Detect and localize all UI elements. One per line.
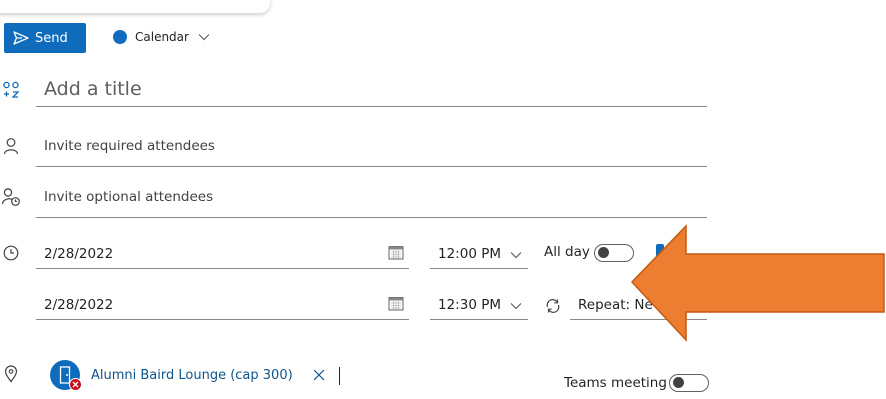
send-button[interactable]: Send	[4, 23, 86, 53]
all-day-toggle[interactable]	[594, 244, 634, 262]
error-badge-icon	[69, 378, 82, 391]
person-icon	[0, 135, 22, 157]
end-date-input[interactable]: 2/28/2022	[44, 297, 113, 313]
start-time-select[interactable]: 12:00 PM	[438, 246, 501, 262]
location-pin-icon	[0, 363, 22, 385]
annotation-arrow	[630, 224, 885, 342]
start-time-underline	[430, 268, 528, 269]
optional-attendees-input[interactable]: Invite optional attendees	[44, 189, 213, 205]
calendar-label: Calendar	[135, 30, 189, 44]
title-input[interactable]: Add a title	[44, 78, 142, 100]
all-day-label: All day	[544, 244, 590, 260]
required-attendees-underline	[36, 166, 707, 167]
end-date-underline	[36, 319, 409, 320]
person-optional-icon	[0, 186, 22, 208]
calendar-dot-icon	[113, 30, 127, 44]
optional-attendees-underline	[36, 217, 707, 218]
repeat-icon	[546, 299, 560, 313]
end-time-select[interactable]: 12:30 PM	[438, 297, 501, 313]
teams-meeting-label: Teams meeting	[564, 375, 667, 391]
send-icon	[13, 31, 29, 45]
clock-icon	[0, 242, 22, 264]
chevron-down-icon[interactable]	[510, 251, 522, 259]
required-attendees-input[interactable]: Invite required attendees	[44, 138, 215, 154]
teams-meeting-toggle[interactable]	[669, 374, 709, 392]
calendar-picker-icon[interactable]	[388, 245, 404, 260]
send-label: Send	[35, 30, 68, 46]
end-time-underline	[430, 319, 528, 320]
location-chip-label[interactable]: Alumni Baird Lounge (cap 300)	[91, 368, 293, 383]
chevron-down-icon[interactable]	[510, 302, 522, 310]
calendar-selector[interactable]: Calendar	[113, 30, 210, 44]
title-underline	[36, 106, 707, 107]
start-date-underline	[36, 268, 409, 269]
chevron-down-icon	[198, 34, 210, 41]
top-panel-edge	[0, 0, 270, 13]
close-icon[interactable]	[313, 369, 325, 381]
text-cursor	[339, 367, 340, 385]
calendar-picker-icon[interactable]	[388, 296, 404, 311]
start-date-input[interactable]: 2/28/2022	[44, 246, 113, 262]
title-icon	[0, 79, 22, 101]
